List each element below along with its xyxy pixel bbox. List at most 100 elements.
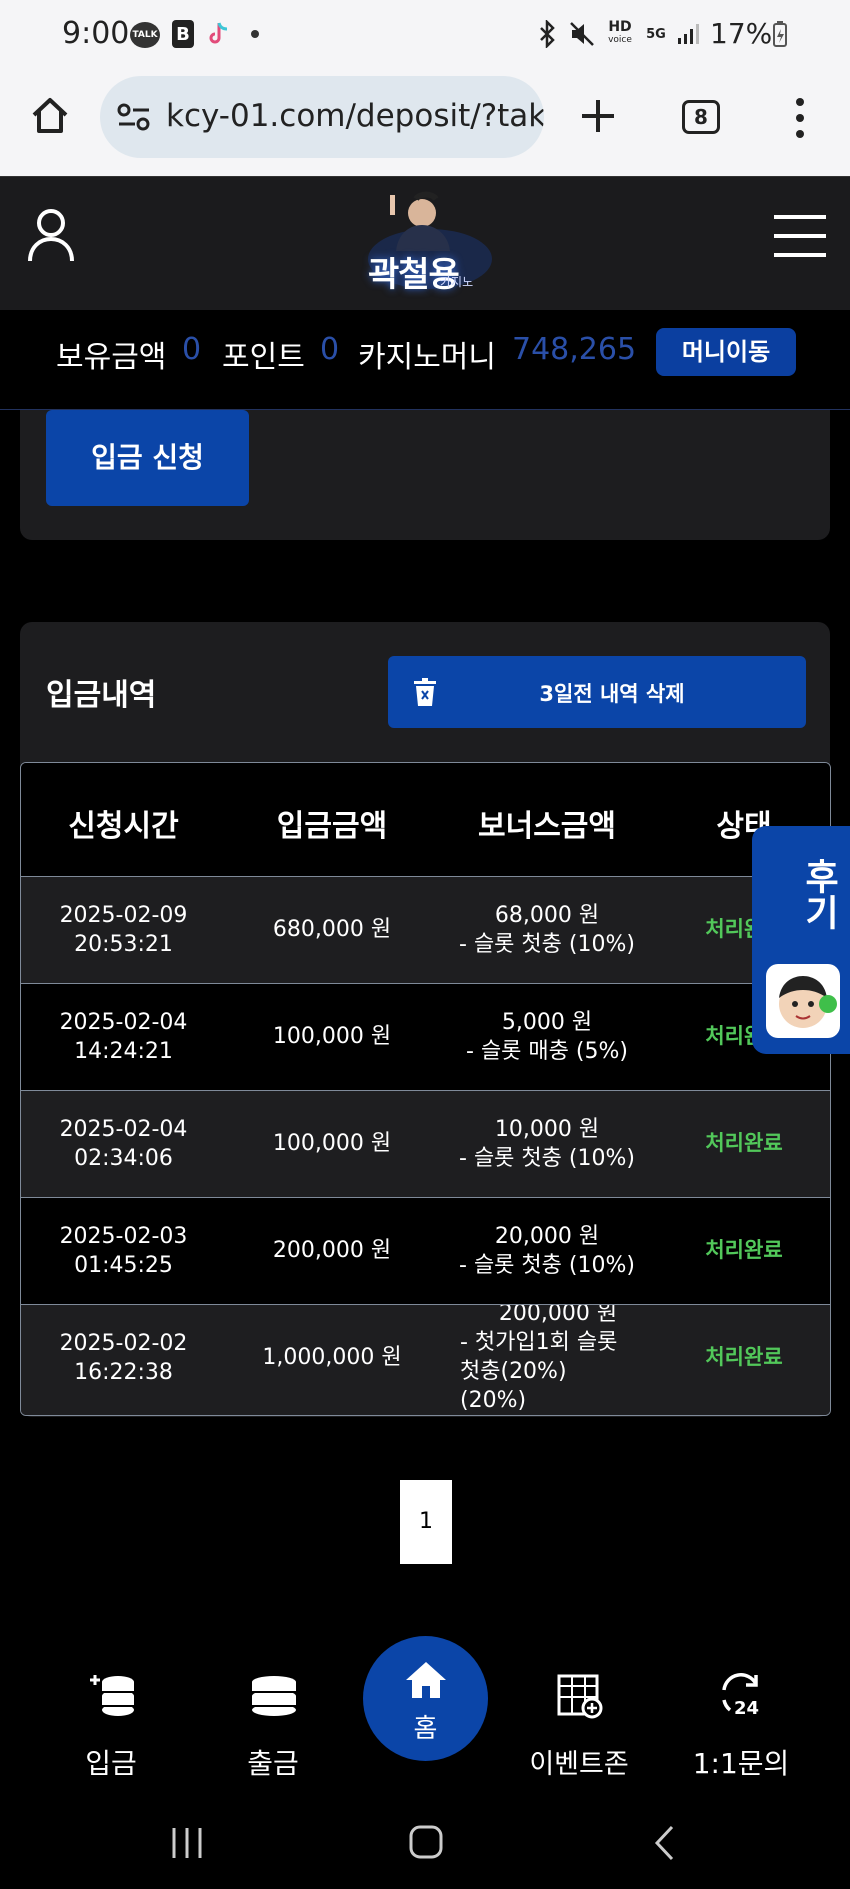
- balance-bar: 보유금액 0 포인트 0 카지노머니 748,265 머니이동: [0, 310, 850, 410]
- back-nav-icon[interactable]: [652, 1824, 676, 1862]
- row-clock: 20:53:21: [74, 932, 173, 957]
- point-label: 포인트: [222, 340, 305, 375]
- table-row: 2025-02-02 16:22:38 1,000,000 원 200,000 원…: [21, 1305, 830, 1415]
- nav-event-zone-label: 이벤트존: [529, 1749, 629, 1780]
- system-navigation-bar: [0, 1800, 850, 1889]
- row-clock: 02:34:06: [74, 1146, 173, 1171]
- row-bonus: 68,000 원 - 슬롯 첫충 (10%): [438, 901, 656, 959]
- talk-icon: TALK: [130, 22, 160, 48]
- signal-icon: [676, 20, 702, 48]
- deposit-coins-icon: [90, 1675, 134, 1716]
- 5g-icon: 5G: [646, 26, 666, 42]
- row-amount: 1,000,000 원: [262, 1345, 402, 1370]
- row-bonus-amount: 68,000 원: [494, 903, 600, 928]
- delete-old-history-button[interactable]: 3일전 내역 삭제: [388, 656, 806, 728]
- dot-icon: [250, 20, 260, 48]
- nav-deposit[interactable]: 입금: [46, 1670, 176, 1780]
- row-amount: 200,000 원: [272, 1238, 392, 1263]
- row-bonus-note: - 첫가입1회 슬롯: [460, 1330, 618, 1355]
- b-app-icon: B: [172, 20, 194, 48]
- voice-badge: voice: [608, 35, 632, 45]
- row-clock: 16:22:38: [74, 1360, 173, 1385]
- table-row: 2025-02-09 20:53:21 680,000 원 68,000 원 - 슬…: [21, 877, 830, 984]
- support-24-icon: 24: [722, 1673, 759, 1719]
- status-bar: 9:00 TALK B HD voice 5G 17%: [0, 0, 850, 72]
- table-header: 신청시간 입금금액 보너스금액 상태: [21, 763, 830, 877]
- home-icon[interactable]: [28, 94, 72, 138]
- row-bonus-amount: 10,000 원: [494, 1117, 600, 1142]
- svg-text:24: 24: [734, 1698, 759, 1719]
- more-menu-icon[interactable]: [790, 96, 810, 140]
- browser-toolbar: kcy-01.com/deposit/?tak 8: [0, 72, 850, 176]
- deposit-history-title: 입금내역: [46, 678, 157, 713]
- row-bonus: 10,000 원 - 슬롯 첫충 (10%): [438, 1115, 656, 1173]
- deposit-request-card: 입금 신청: [20, 410, 830, 540]
- recent-apps-icon[interactable]: [170, 1826, 204, 1860]
- row-status: 처리완료: [705, 1345, 783, 1369]
- tab-switcher-button[interactable]: 8: [682, 100, 720, 134]
- mute-icon: [568, 20, 596, 48]
- row-date: 2025-02-03: [59, 1224, 188, 1249]
- battery-percent: 17%: [710, 17, 773, 50]
- site-settings-icon[interactable]: [116, 102, 152, 132]
- row-date: 2025-02-02: [59, 1331, 188, 1356]
- nav-event-zone[interactable]: 이벤트존: [514, 1670, 644, 1780]
- url-bar[interactable]: kcy-01.com/deposit/?tak: [100, 76, 544, 158]
- deposit-request-button[interactable]: 입금 신청: [46, 410, 249, 506]
- column-header-amount: 입금금액: [276, 809, 388, 844]
- url-text: kcy-01.com/deposit/?tak: [166, 98, 544, 134]
- page-button-current[interactable]: 1: [400, 1480, 452, 1564]
- logo-subtext: 카지노: [440, 275, 474, 289]
- row-bonus-amount: 20,000 원: [494, 1224, 600, 1249]
- row-bonus-note: - 슬롯 매충 (5%): [466, 1039, 628, 1064]
- table-row: 2025-02-04 14:24:21 100,000 원 5,000 원 - 슬롯…: [21, 984, 830, 1091]
- nav-deposit-label: 입금: [85, 1747, 137, 1780]
- avatar-face-icon: [766, 964, 840, 1038]
- row-time: 2025-02-09 20:53:21: [21, 901, 226, 959]
- hd-badge: HD: [608, 19, 632, 35]
- bottom-navigation: 입금 출금 홈 이벤트존 24 1:1문의: [0, 1610, 850, 1800]
- row-time: 2025-02-04 14:24:21: [21, 1008, 226, 1066]
- row-clock: 01:45:25: [74, 1253, 173, 1278]
- column-header-time: 신청시간: [68, 809, 179, 844]
- row-bonus-note: - 슬롯 첫충 (10%): [459, 1146, 635, 1171]
- row-amount: 100,000 원: [272, 1131, 392, 1156]
- row-bonus: 20,000 원 - 슬롯 첫충 (10%): [438, 1222, 656, 1280]
- row-bonus-amount: 5,000 원: [501, 1010, 593, 1035]
- status-time: 9:00: [62, 16, 130, 51]
- row-amount: 100,000 원: [272, 1024, 392, 1049]
- nav-home-label: 홈: [413, 1714, 438, 1744]
- nav-inquiry-label: 1:1문의: [692, 1747, 790, 1780]
- site-logo[interactable]: 곽철용 카지노: [360, 189, 500, 299]
- casino-money-label: 카지노머니: [358, 340, 496, 375]
- row-time: 2025-02-03 01:45:25: [21, 1222, 226, 1280]
- point-value: 0: [320, 332, 340, 367]
- row-bonus-note: - 슬롯 첫충 (10%): [459, 932, 635, 957]
- nav-home[interactable]: 홈: [363, 1636, 488, 1761]
- row-status: 처리완료: [705, 1131, 783, 1155]
- hamburger-menu-icon[interactable]: [772, 213, 828, 259]
- withdraw-coins-icon: [252, 1676, 296, 1716]
- home-icon: [406, 1662, 446, 1698]
- row-amount: 680,000 원: [272, 917, 392, 942]
- review-side-widget[interactable]: 후기: [752, 826, 850, 1054]
- calendar-event-icon: [557, 1674, 603, 1719]
- home-nav-icon[interactable]: [408, 1824, 444, 1860]
- tiktok-icon: [205, 20, 231, 48]
- nav-inquiry[interactable]: 24 1:1문의: [676, 1670, 806, 1780]
- nav-withdraw-label: 출금: [247, 1747, 299, 1780]
- bluetooth-icon: [536, 20, 560, 48]
- row-date: 2025-02-04: [59, 1117, 188, 1142]
- holding-label: 보유금액: [56, 340, 167, 375]
- deposit-history-table: 신청시간 입금금액 보너스금액 상태 2025-02-09 20:53:21 68…: [20, 762, 831, 1416]
- row-bonus-amount: 200,000 원: [498, 1305, 618, 1326]
- new-tab-icon[interactable]: [578, 96, 618, 136]
- review-label: 후기: [798, 858, 839, 930]
- delete-button-label: 3일전 내역 삭제: [539, 682, 685, 706]
- user-icon[interactable]: [26, 207, 76, 263]
- money-transfer-button[interactable]: 머니이동: [656, 328, 796, 376]
- row-bonus: 5,000 원 - 슬롯 매충 (5%): [438, 1008, 656, 1066]
- row-bonus-note-3: (20%): [460, 1388, 527, 1413]
- holding-value: 0: [182, 332, 202, 367]
- nav-withdraw[interactable]: 출금: [208, 1670, 338, 1780]
